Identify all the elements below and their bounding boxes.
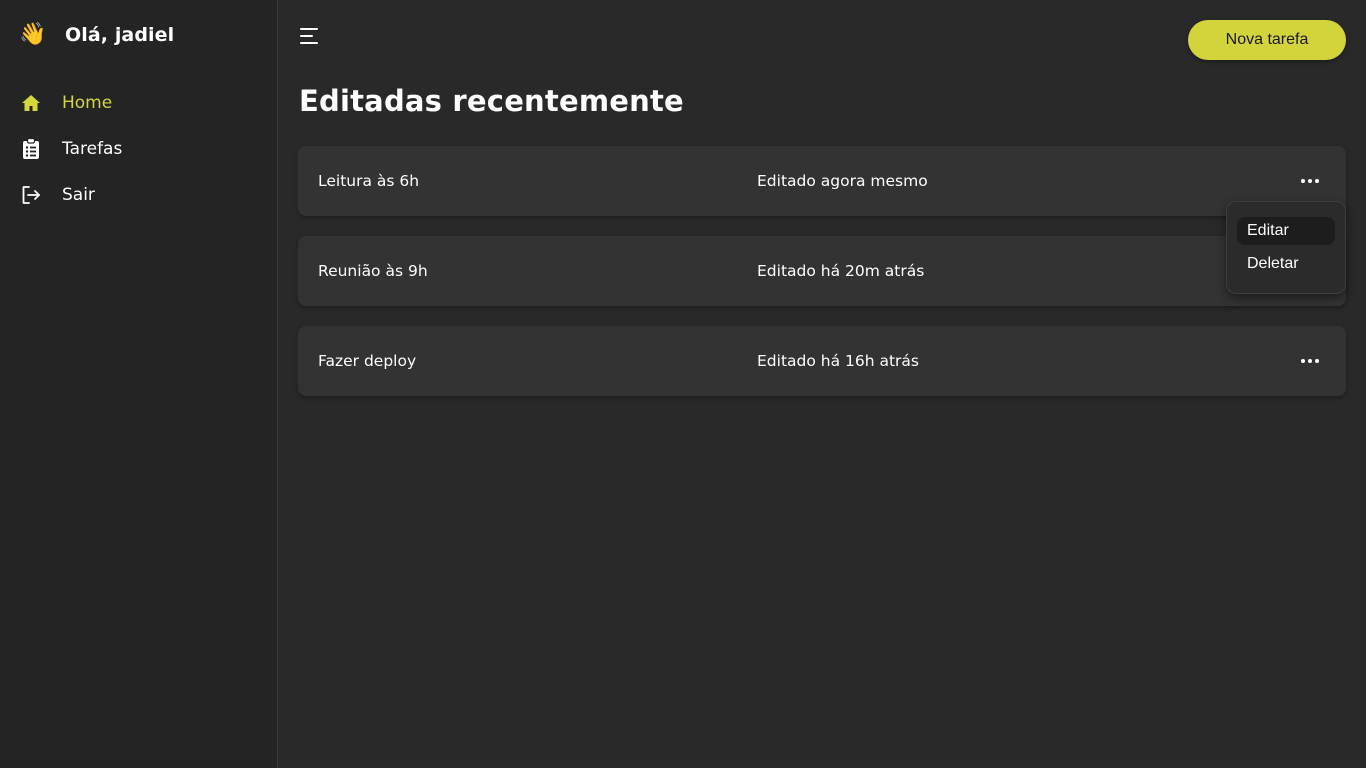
task-options-dropdown: Editar Deletar: [1226, 201, 1346, 294]
page-title: Editadas recentemente: [299, 84, 684, 118]
sidebar-item-sair[interactable]: Sair: [20, 180, 122, 210]
greeting-text: Olá, jadiel: [65, 24, 175, 46]
task-edited-status: Editado há 16h atrás: [757, 352, 920, 370]
main-content: Nova tarefa Editadas recentemente Leitur…: [278, 0, 1366, 768]
sidebar-item-home[interactable]: Home: [20, 88, 122, 118]
sidebar-item-tarefas[interactable]: Tarefas: [20, 134, 122, 164]
new-task-button[interactable]: Nova tarefa: [1188, 20, 1346, 60]
more-options-icon[interactable]: [1298, 172, 1322, 190]
more-options-icon[interactable]: [1298, 352, 1322, 370]
greeting: 👋 Olá, jadiel: [19, 22, 175, 48]
task-row[interactable]: Reunião às 9h Editado há 20m atrás: [298, 236, 1346, 306]
sidebar: 👋 Olá, jadiel Home Tarefas Sair: [0, 0, 278, 768]
task-row[interactable]: Fazer deploy Editado há 16h atrás: [298, 326, 1346, 396]
waving-hand-icon: 👋: [19, 22, 47, 47]
clipboard-list-icon: [20, 138, 42, 160]
home-icon: [20, 92, 42, 114]
task-name: Leitura às 6h: [318, 172, 420, 190]
sidebar-item-label: Sair: [62, 185, 95, 205]
task-name: Fazer deploy: [318, 352, 417, 370]
dropdown-item-delete[interactable]: Deletar: [1237, 250, 1335, 278]
menu-icon[interactable]: [299, 26, 321, 48]
app-root: 👋 Olá, jadiel Home Tarefas Sair Nova tar…: [0, 0, 1366, 768]
sidebar-nav: Home Tarefas Sair: [20, 88, 122, 226]
task-edited-status: Editado agora mesmo: [757, 172, 928, 190]
task-name: Reunião às 9h: [318, 262, 428, 280]
task-row[interactable]: Leitura às 6h Editado agora mesmo: [298, 146, 1346, 216]
task-list: Leitura às 6h Editado agora mesmo Reuniã…: [298, 146, 1346, 416]
sign-out-icon: [20, 184, 42, 206]
sidebar-item-label: Tarefas: [62, 139, 123, 159]
dropdown-item-edit[interactable]: Editar: [1237, 217, 1335, 245]
task-edited-status: Editado há 20m atrás: [757, 262, 925, 280]
sidebar-item-label: Home: [62, 93, 113, 113]
